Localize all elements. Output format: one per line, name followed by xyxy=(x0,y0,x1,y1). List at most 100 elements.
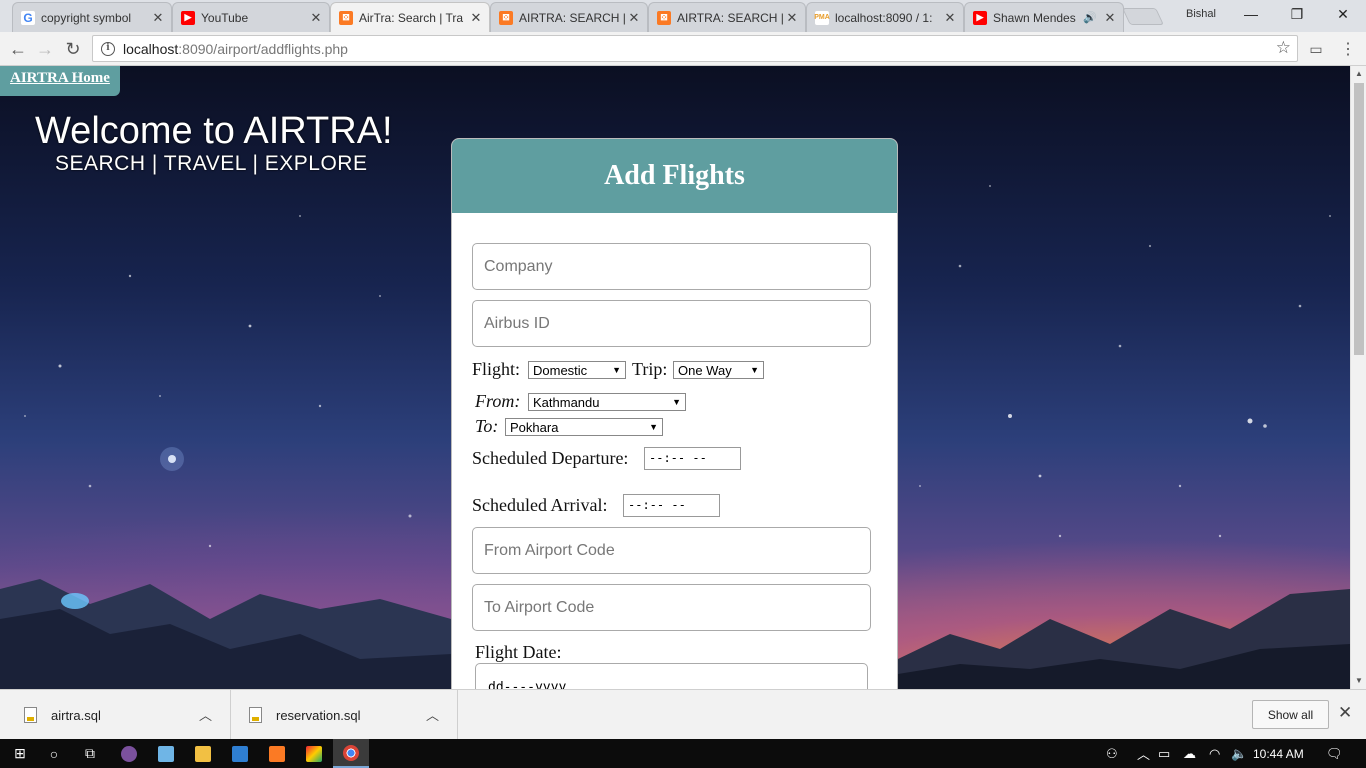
download-filename: airtra.sql xyxy=(51,707,101,723)
speaker-icon[interactable]: 🔊 xyxy=(1083,11,1097,24)
wifi-icon[interactable]: ◠ xyxy=(1209,739,1220,768)
tab-youtube[interactable]: ▶ YouTube ✕ xyxy=(172,2,330,32)
tab-shawn-mendes[interactable]: ▶ Shawn Mendes 🔊 ✕ xyxy=(964,2,1124,32)
company-input[interactable] xyxy=(472,243,871,290)
task-view-icon[interactable]: ⧉ xyxy=(72,739,108,768)
dropdown-arrow-icon: ▼ xyxy=(649,422,658,432)
chevron-up-icon[interactable]: ︿ xyxy=(426,705,439,724)
xampp-icon[interactable] xyxy=(259,739,295,768)
departure-label: Scheduled Departure: xyxy=(472,448,629,468)
flight-date-input[interactable]: dd----yyyy xyxy=(475,663,868,689)
close-icon[interactable]: ✕ xyxy=(469,10,483,26)
close-icon[interactable]: ✕ xyxy=(151,10,165,26)
chevron-up-icon[interactable]: ︿ xyxy=(199,705,212,724)
show-all-downloads-button[interactable]: Show all xyxy=(1252,700,1329,729)
minimize-button[interactable]: — xyxy=(1228,0,1274,28)
to-label: To: xyxy=(475,416,499,436)
cortana-icon[interactable]: ○ xyxy=(36,739,72,768)
dropdown-arrow-icon: ▼ xyxy=(672,397,681,407)
xampp-icon: ⊠ xyxy=(339,10,353,25)
flight-type-select[interactable]: Domestic ▼ xyxy=(528,361,626,379)
downloads-bar: airtra.sql ︿ reservation.sql ︿ Show all … xyxy=(0,689,1366,740)
chrome-icon[interactable] xyxy=(333,739,369,768)
tagline: SEARCH | TRAVEL | EXPLORE xyxy=(55,152,368,175)
tab-airtra-search[interactable]: ⊠ AirTra: Search | Tra ✕ xyxy=(330,2,490,32)
back-button[interactable]: ← xyxy=(6,37,30,61)
sql-file-icon xyxy=(24,707,37,723)
onedrive-icon[interactable]: ☁ xyxy=(1183,739,1196,768)
file-explorer-icon[interactable] xyxy=(185,739,221,768)
close-icon[interactable]: ✕ xyxy=(627,10,641,26)
new-tab-button[interactable] xyxy=(1122,8,1164,25)
close-window-button[interactable]: ✕ xyxy=(1320,0,1366,28)
phpmyadmin-icon: PMA xyxy=(814,10,830,25)
airtra-home-link[interactable]: AIRTRA Home xyxy=(0,66,120,96)
tab-title: Shawn Mendes xyxy=(993,10,1076,25)
from-city-select[interactable]: Kathmandu ▼ xyxy=(528,393,686,411)
from-airport-code-input[interactable] xyxy=(472,527,871,574)
tab-title: AIRTRA: SEARCH | xyxy=(677,10,784,25)
trip-type-select[interactable]: One Way ▼ xyxy=(673,361,764,379)
volume-icon[interactable]: 🔈 xyxy=(1231,739,1247,768)
info-icon[interactable]: i xyxy=(101,41,115,56)
scrollbar-thumb[interactable] xyxy=(1354,83,1364,355)
notifications-icon[interactable]: 🗨 xyxy=(1326,739,1343,768)
browser-toolbar: ← → ↻ i localhost:8090/airport/addflight… xyxy=(0,32,1366,66)
to-city-select[interactable]: Pokhara ▼ xyxy=(505,418,663,436)
notepad-icon[interactable] xyxy=(148,739,184,768)
dropdown-arrow-icon: ▼ xyxy=(612,365,621,375)
forward-button[interactable]: → xyxy=(33,37,57,61)
dropdown-arrow-icon: ▼ xyxy=(750,365,759,375)
download-item[interactable]: reservation.sql ︿ xyxy=(231,690,458,740)
windows-start-icon[interactable]: ⊞ xyxy=(2,739,38,768)
cast-icon[interactable]: ▭ xyxy=(1304,37,1328,61)
tab-airtra-search-2[interactable]: ⊠ AIRTRA: SEARCH | ✕ xyxy=(490,2,648,32)
tab-title: AIRTRA: SEARCH | xyxy=(519,10,626,25)
scroll-down-arrow-icon[interactable]: ▼ xyxy=(1351,673,1366,689)
close-icon[interactable]: ✕ xyxy=(943,10,957,26)
windows-taskbar: ⊞ ○ ⧉ ⚇ ︿ ▭ ☁ ◠ 🔈 10:44 AM 🗨 xyxy=(0,739,1366,768)
flight-type-value: Domestic xyxy=(533,362,588,378)
tab-title: copyright symbol xyxy=(41,10,132,25)
control-panel-icon[interactable] xyxy=(222,739,258,768)
flight-date-label: Flight Date: xyxy=(475,642,562,662)
form-title: Add Flights xyxy=(604,160,745,191)
paint-icon[interactable] xyxy=(296,739,332,768)
departure-time-input[interactable]: --:-- -- xyxy=(644,447,741,470)
battery-icon[interactable]: ▭ xyxy=(1158,739,1170,768)
tab-airtra-search-3[interactable]: ⊠ AIRTRA: SEARCH | ✕ xyxy=(648,2,806,32)
form-header: Add Flights xyxy=(452,139,897,213)
restore-button[interactable]: ❐ xyxy=(1274,0,1320,28)
to-city-value: Pokhara xyxy=(510,419,559,435)
airbus-id-input[interactable] xyxy=(472,300,871,347)
tab-title: YouTube xyxy=(201,10,249,25)
close-downloads-icon[interactable]: ✕ xyxy=(1338,703,1352,723)
menu-icon[interactable]: ⋮ xyxy=(1336,37,1360,61)
page-scrollbar[interactable]: ▲ ▼ xyxy=(1350,66,1366,689)
tab-title: AirTra: Search | Tra xyxy=(359,10,464,25)
reload-button[interactable]: ↻ xyxy=(61,37,85,61)
chevron-up-icon[interactable]: ︿ xyxy=(1137,739,1150,768)
bookmark-star-icon[interactable]: ☆ xyxy=(1276,38,1291,58)
address-bar[interactable]: i localhost:8090/airport/addflights.php … xyxy=(92,35,1298,62)
xampp-icon: ⊠ xyxy=(657,10,671,25)
add-flights-form: Add Flights Flight: Domestic ▼ Trip: One … xyxy=(451,138,898,689)
flight-label: Flight: xyxy=(472,359,521,379)
close-icon[interactable]: ✕ xyxy=(785,10,799,26)
to-airport-code-input[interactable] xyxy=(472,584,871,631)
download-item[interactable]: airtra.sql ︿ xyxy=(0,690,231,740)
tab-strip: G copyright symbol ✕ ▶ YouTube ✕ ⊠ AirTr… xyxy=(0,0,1366,32)
close-icon[interactable]: ✕ xyxy=(1103,10,1117,26)
profile-name[interactable]: Bishal xyxy=(1186,8,1216,20)
arrival-time-input[interactable]: --:-- -- xyxy=(623,494,720,517)
tab-copyright-symbol[interactable]: G copyright symbol ✕ xyxy=(12,2,172,32)
tab-title: localhost:8090 / 1: xyxy=(835,10,933,25)
close-icon[interactable]: ✕ xyxy=(309,10,323,26)
viber-icon[interactable] xyxy=(111,739,147,768)
people-icon[interactable]: ⚇ xyxy=(1106,739,1118,768)
from-label: From: xyxy=(475,391,521,411)
taskbar-clock[interactable]: 10:44 AM xyxy=(1253,739,1304,768)
tab-phpmyadmin[interactable]: PMA localhost:8090 / 1: ✕ xyxy=(806,2,964,32)
scroll-up-arrow-icon[interactable]: ▲ xyxy=(1351,66,1366,82)
google-icon: G xyxy=(21,10,35,25)
